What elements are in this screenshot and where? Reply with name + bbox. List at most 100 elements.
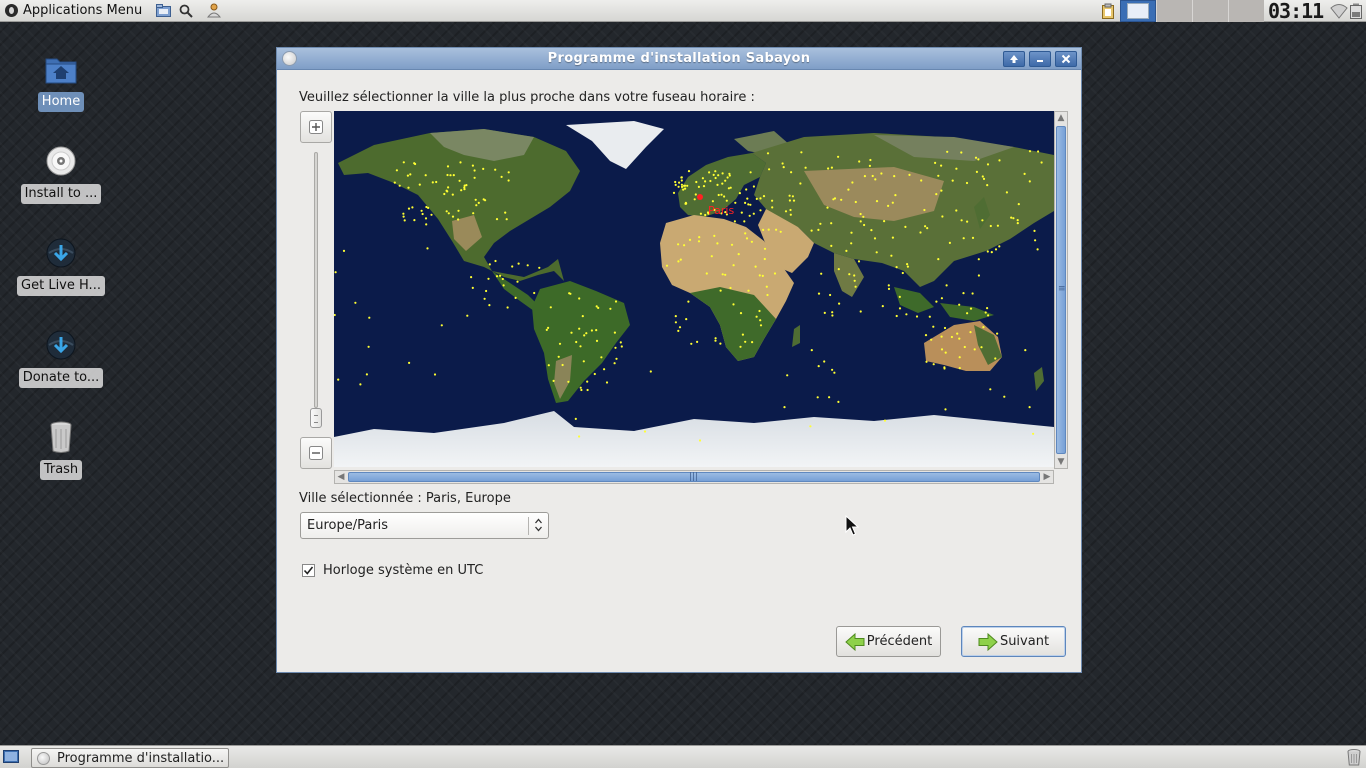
city-dot[interactable] — [924, 334, 928, 337]
next-button[interactable]: Suivant — [961, 626, 1066, 657]
city-dot[interactable] — [845, 249, 848, 252]
city-dot[interactable] — [955, 209, 958, 212]
city-dot[interactable] — [471, 164, 474, 167]
city-dot[interactable] — [945, 284, 948, 287]
city-dot[interactable] — [719, 289, 722, 292]
scroll-up-arrow-icon[interactable]: ▲ — [1055, 113, 1067, 123]
city-dot[interactable] — [850, 242, 853, 245]
city-dot[interactable] — [579, 345, 582, 348]
city-dot[interactable] — [829, 293, 832, 297]
city-dot[interactable] — [687, 300, 690, 303]
city-dot[interactable] — [687, 170, 691, 173]
city-dot[interactable] — [789, 208, 792, 212]
city-dot[interactable] — [981, 219, 984, 222]
city-dot[interactable] — [749, 203, 752, 206]
desktop-icon-home[interactable]: Home — [11, 52, 111, 112]
city-dot[interactable] — [403, 219, 406, 222]
city-dot[interactable] — [665, 264, 669, 267]
city-dot[interactable] — [869, 158, 872, 162]
city-dot[interactable] — [790, 171, 793, 174]
city-dot[interactable] — [996, 224, 1000, 227]
city-dot[interactable] — [831, 368, 834, 371]
city-dot[interactable] — [819, 222, 822, 225]
city-dot[interactable] — [714, 176, 717, 180]
city-dot[interactable] — [458, 179, 461, 182]
city-dot[interactable] — [906, 263, 909, 266]
city-dot[interactable] — [989, 388, 992, 391]
city-dot[interactable] — [820, 272, 823, 275]
city-dot[interactable] — [615, 357, 618, 360]
city-dot[interactable] — [725, 199, 728, 202]
city-dot[interactable] — [894, 194, 897, 197]
city-dot[interactable] — [887, 204, 890, 207]
city-dot[interactable] — [696, 340, 699, 343]
city-dot[interactable] — [966, 220, 969, 223]
city-dot[interactable] — [701, 177, 704, 180]
city-dot[interactable] — [502, 284, 505, 287]
city-dot[interactable] — [409, 173, 412, 176]
city-dot[interactable] — [761, 274, 764, 277]
city-dot[interactable] — [962, 237, 965, 240]
city-dot[interactable] — [848, 273, 851, 276]
city-dot[interactable] — [969, 331, 972, 334]
city-dot[interactable] — [674, 180, 677, 184]
city-dot[interactable] — [747, 203, 750, 206]
city-dot[interactable] — [919, 231, 922, 234]
city-dot[interactable] — [724, 179, 727, 182]
city-dot[interactable] — [958, 337, 961, 340]
city-dot[interactable] — [998, 159, 1001, 162]
city-dot[interactable] — [962, 292, 965, 295]
city-dot[interactable] — [445, 210, 448, 213]
city-dot[interactable] — [828, 396, 831, 399]
city-dot[interactable] — [729, 286, 732, 290]
city-dot[interactable] — [1040, 161, 1043, 164]
city-dot[interactable] — [956, 332, 959, 335]
scroll-down-arrow-icon[interactable]: ▼ — [1055, 457, 1067, 467]
city-dot[interactable] — [677, 185, 680, 188]
city-dot[interactable] — [433, 373, 437, 376]
city-dot[interactable] — [966, 312, 969, 315]
city-dot[interactable] — [354, 301, 357, 304]
desktop-icon-trash[interactable]: Trash — [11, 420, 111, 480]
city-dot[interactable] — [712, 173, 715, 176]
city-dot[interactable] — [891, 201, 894, 204]
city-dot[interactable] — [994, 248, 998, 251]
city-dot[interactable] — [745, 188, 748, 191]
city-dot[interactable] — [950, 335, 954, 339]
city-dot[interactable] — [943, 326, 947, 330]
city-dot[interactable] — [875, 251, 878, 254]
city-dot[interactable] — [935, 300, 938, 303]
city-dot[interactable] — [413, 219, 416, 222]
city-dot[interactable] — [883, 419, 887, 422]
city-dot[interactable] — [948, 241, 952, 244]
city-dot[interactable] — [831, 311, 834, 314]
city-dot[interactable] — [407, 186, 410, 189]
previous-button[interactable]: Précédent — [836, 626, 941, 657]
city-dot[interactable] — [452, 174, 455, 177]
city-dot[interactable] — [558, 342, 562, 345]
city-dot[interactable] — [678, 326, 682, 329]
city-dot[interactable] — [859, 310, 862, 313]
shade-button[interactable] — [1003, 51, 1025, 67]
zoom-slider-track[interactable] — [314, 152, 318, 408]
city-dot[interactable] — [1028, 406, 1031, 409]
city-dot[interactable] — [463, 188, 466, 191]
city-dot[interactable] — [851, 181, 854, 184]
city-dot[interactable] — [720, 193, 723, 196]
city-dot[interactable] — [593, 372, 596, 376]
city-dot[interactable] — [488, 304, 491, 307]
city-dot[interactable] — [745, 237, 749, 240]
city-dot[interactable] — [411, 206, 414, 209]
city-dot[interactable] — [817, 365, 820, 368]
city-dot[interactable] — [924, 225, 927, 228]
city-dot[interactable] — [739, 312, 743, 315]
city-dot[interactable] — [547, 364, 550, 367]
city-dot[interactable] — [804, 166, 807, 169]
city-dot[interactable] — [704, 180, 707, 183]
city-dot[interactable] — [505, 218, 508, 221]
city-dot[interactable] — [747, 289, 750, 292]
city-dot[interactable] — [891, 236, 895, 239]
city-dot[interactable] — [940, 348, 944, 351]
city-dot[interactable] — [791, 195, 794, 198]
city-dot[interactable] — [895, 266, 898, 269]
